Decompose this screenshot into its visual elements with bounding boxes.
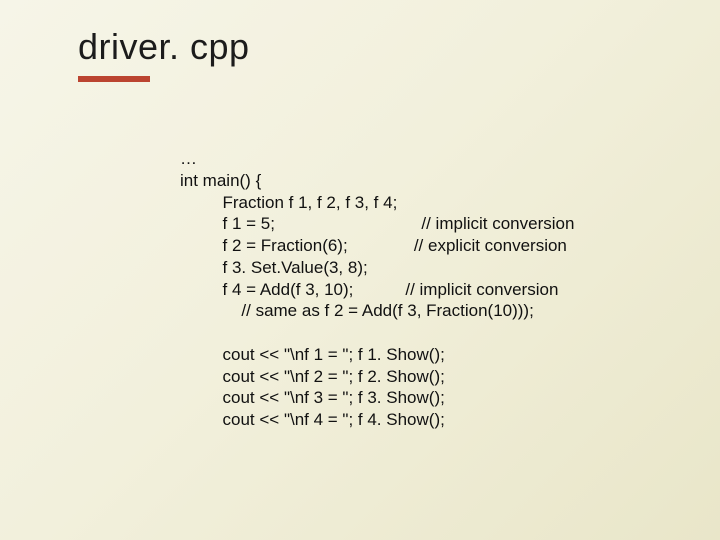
code-content: … int main() { Fraction f 1, f 2, f 3, f… [180,148,660,431]
title-accent-bar [78,76,150,82]
slide: driver. cpp … int main() { Fraction f 1,… [0,0,720,540]
title-area: driver. cpp [78,26,680,82]
slide-title: driver. cpp [78,26,680,68]
